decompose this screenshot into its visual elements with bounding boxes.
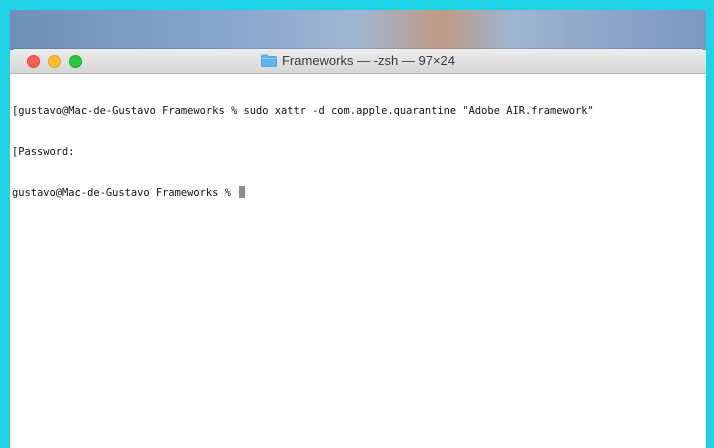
terminal-line: [Password: — [12, 145, 75, 158]
screenshot-frame: t si Frameworks — -zsh — 97×24 [gustavo@… — [0, 0, 714, 448]
window-titlebar[interactable]: Frameworks — -zsh — 97×24 — [10, 49, 706, 74]
terminal-content[interactable]: [gustavo@Mac-de-Gustavo Frameworks % sud… — [10, 74, 706, 227]
folder-icon — [261, 54, 277, 70]
terminal-line: [gustavo@Mac-de-Gustavo Frameworks % sud… — [12, 105, 594, 117]
terminal-prompt-line[interactable]: gustavo@Mac-de-Gustavo Frameworks % — [12, 186, 706, 200]
desktop-background — [10, 10, 706, 50]
window-title: Frameworks — -zsh — 97×24 — [10, 53, 706, 70]
terminal-window[interactable]: Frameworks — -zsh — 97×24 [gustavo@Mac-d… — [10, 49, 706, 448]
window-title-text: Frameworks — -zsh — 97×24 — [281, 53, 456, 68]
terminal-prompt: gustavo@Mac-de-Gustavo Frameworks % — [12, 187, 238, 199]
text-cursor — [239, 186, 246, 198]
